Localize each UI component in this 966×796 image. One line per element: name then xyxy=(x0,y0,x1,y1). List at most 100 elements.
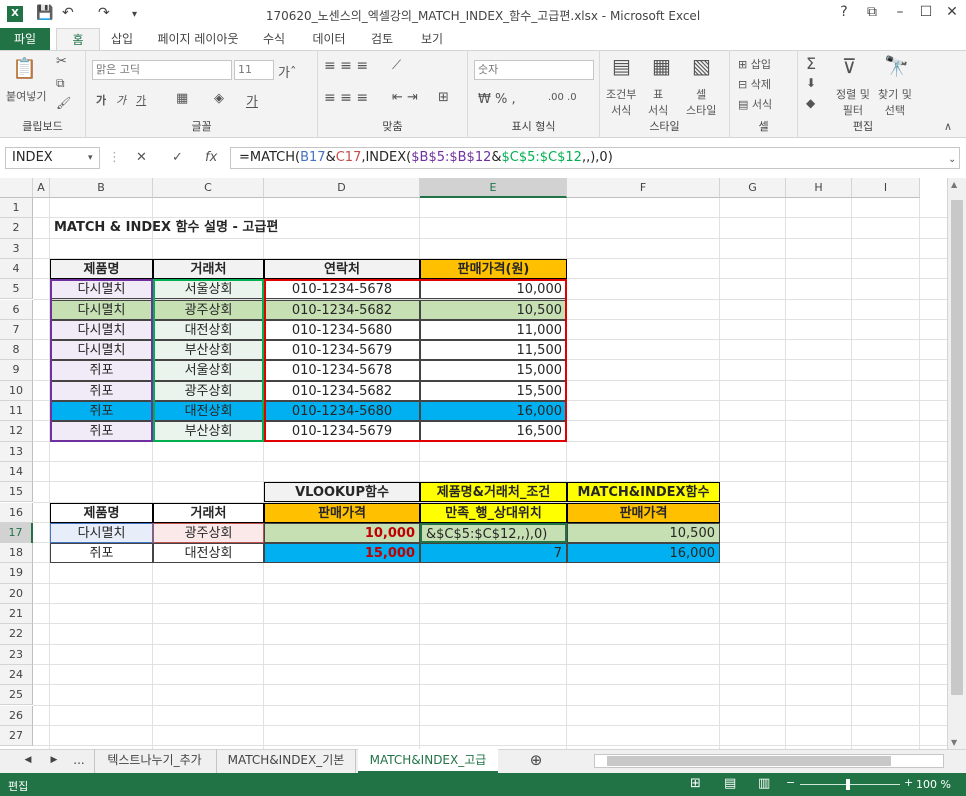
zoom-slider-thumb[interactable] xyxy=(846,779,850,790)
table1-cell[interactable]: 다시멸치 xyxy=(50,340,153,361)
zoom-slider[interactable] xyxy=(800,784,900,785)
zoom-level[interactable]: 100 % xyxy=(916,778,951,791)
row-header-5[interactable]: 5 xyxy=(0,279,33,300)
minimize-button[interactable]: – xyxy=(888,4,912,20)
sort-filter-icon[interactable]: ⊽ xyxy=(842,54,857,78)
tab-review[interactable]: 검토 xyxy=(362,28,402,50)
maximize-button[interactable]: ☐ xyxy=(914,4,938,20)
font-size-select[interactable]: 11 xyxy=(234,60,274,80)
find-select-icon[interactable]: 🔭 xyxy=(884,54,909,78)
table1-header[interactable]: 거래처 xyxy=(153,258,264,280)
table1-cell[interactable]: 15,500 xyxy=(420,380,567,401)
table1-cell[interactable]: 10,500 xyxy=(420,299,567,320)
column-header-f[interactable]: F xyxy=(567,178,720,198)
border-icon[interactable]: ▦ xyxy=(176,91,188,106)
table1-cell[interactable]: 010-1234-5682 xyxy=(264,299,420,320)
table2-cell[interactable]: 다시멸치 xyxy=(50,522,153,544)
table2-cell[interactable]: 쥐포 xyxy=(50,543,153,564)
grow-font-icon[interactable]: 가ˆ xyxy=(278,62,296,81)
table1-cell[interactable]: 서울상회 xyxy=(153,279,264,300)
page-layout-view-icon[interactable]: ▤ xyxy=(724,776,736,791)
table1-cell[interactable]: 다시멸치 xyxy=(50,279,153,300)
format-cells-icon[interactable]: ▤ 서식 xyxy=(738,96,772,112)
page-break-view-icon[interactable]: ▥ xyxy=(758,776,770,791)
scroll-down-icon[interactable]: ▼ xyxy=(951,738,957,747)
row-header-9[interactable]: 9 xyxy=(0,360,33,381)
table1-cell[interactable]: 10,000 xyxy=(420,279,567,300)
row-header-13[interactable]: 13 xyxy=(0,441,33,462)
column-header-a[interactable]: A xyxy=(33,178,50,198)
column-header-d[interactable]: D xyxy=(264,178,420,198)
table2-header[interactable]: 제품명 xyxy=(50,502,153,523)
format-table-icon[interactable]: ▦ xyxy=(652,54,671,78)
tab-formulas[interactable]: 수식 xyxy=(254,28,294,50)
tab-data[interactable]: 데이터 xyxy=(304,28,354,50)
fill-icon[interactable]: ⬇ xyxy=(806,76,816,90)
table2-cell[interactable]: 대전상회 xyxy=(153,543,264,564)
delete-cells-icon[interactable]: ⊟ 삭제 xyxy=(738,76,771,92)
tab-page-layout[interactable]: 페이지 레이아웃 xyxy=(148,28,248,50)
italic-button[interactable]: 가 xyxy=(116,92,126,108)
table1-cell[interactable]: 광주상회 xyxy=(153,380,264,401)
column-header-h[interactable]: H xyxy=(786,178,852,198)
more-sheets-button[interactable]: ... xyxy=(68,749,90,773)
row-header-8[interactable]: 8 xyxy=(0,340,33,361)
table1-cell[interactable]: 010-1234-5678 xyxy=(264,360,420,381)
row-header-26[interactable]: 26 xyxy=(0,705,33,726)
tab-insert[interactable]: 삽입 xyxy=(102,28,142,50)
paste-icon[interactable]: 📋 xyxy=(12,56,37,80)
sheet-heading[interactable]: MATCH & INDEX 함수 설명 - 고급편 xyxy=(50,218,453,238)
name-box[interactable]: INDEX xyxy=(5,147,100,169)
row-header-11[interactable]: 11 xyxy=(0,401,33,422)
conditional-format-label[interactable]: 조건부 서식 xyxy=(606,86,636,118)
column-header-i[interactable]: I xyxy=(852,178,920,198)
row-header-4[interactable]: 4 xyxy=(0,258,33,280)
sheet-tab-match-basic[interactable]: MATCH&INDEX_기본 xyxy=(216,749,356,773)
horizontal-scrollbar[interactable] xyxy=(594,754,944,768)
format-table-label[interactable]: 표 서식 xyxy=(648,86,668,118)
table1-cell[interactable]: 11,500 xyxy=(420,340,567,361)
row-header-19[interactable]: 19 xyxy=(0,563,33,584)
table1-cell[interactable]: 다시멸치 xyxy=(50,299,153,320)
cut-icon[interactable]: ✂ xyxy=(56,54,67,69)
row-header-15[interactable]: 15 xyxy=(0,482,33,503)
table1-cell[interactable]: 15,000 xyxy=(420,360,567,381)
fill-color-icon[interactable]: ◈ xyxy=(214,91,224,106)
table1-cell[interactable]: 16,000 xyxy=(420,401,567,422)
table1-cell[interactable]: 광주상회 xyxy=(153,299,264,320)
table1-header[interactable]: 연락처 xyxy=(264,258,420,280)
conditional-format-icon[interactable]: ▤ xyxy=(612,54,631,78)
next-sheet-icon[interactable]: ▶ xyxy=(44,749,64,773)
table2-cell[interactable]: 7 xyxy=(420,543,567,564)
copy-icon[interactable]: ⧉ xyxy=(56,76,65,91)
tab-view[interactable]: 보기 xyxy=(412,28,452,50)
row-header-1[interactable]: 1 xyxy=(0,198,33,219)
table2-top-header[interactable]: VLOOKUP함수 xyxy=(264,482,420,503)
table1-cell[interactable]: 010-1234-5682 xyxy=(264,380,420,401)
row-header-16[interactable]: 16 xyxy=(0,502,33,523)
row-header-24[interactable]: 24 xyxy=(0,664,33,686)
table2-cell[interactable]: 광주상회 xyxy=(153,522,264,544)
table1-cell[interactable]: 11,000 xyxy=(420,319,567,341)
indent-icon[interactable]: ⇤ ⇥ xyxy=(392,90,418,105)
column-header-b[interactable]: B xyxy=(50,178,153,198)
row-header-20[interactable]: 20 xyxy=(0,583,33,604)
table1-cell[interactable]: 010-1234-5680 xyxy=(264,319,420,341)
formula-input[interactable]: =MATCH(B17&C17,INDEX($B$5:$B$12&$C$5:$C$… xyxy=(230,147,960,169)
new-sheet-icon[interactable]: ⊕ xyxy=(524,749,548,773)
merge-icon[interactable]: ⊞ xyxy=(438,90,449,105)
table1-cell[interactable]: 010-1234-5680 xyxy=(264,401,420,422)
table1-header[interactable]: 판매가격(원) xyxy=(420,258,567,280)
table1-cell[interactable]: 쥐포 xyxy=(50,380,153,401)
scroll-up-icon[interactable]: ▲ xyxy=(951,180,957,189)
font-name-select[interactable]: 맑은 고딕 xyxy=(92,60,232,80)
row-header-21[interactable]: 21 xyxy=(0,604,33,625)
table1-cell[interactable]: 010-1234-5679 xyxy=(264,340,420,361)
accounting-icon[interactable]: ₩ % , xyxy=(478,92,516,107)
row-header-23[interactable]: 23 xyxy=(0,644,33,665)
cell-style-label[interactable]: 셀 스타일 xyxy=(686,86,716,118)
cell-style-icon[interactable]: ▧ xyxy=(692,54,711,78)
table1-cell[interactable]: 010-1234-5678 xyxy=(264,279,420,300)
table2-cell[interactable]: 15,000 xyxy=(264,543,420,564)
row-header-3[interactable]: 3 xyxy=(0,238,33,259)
